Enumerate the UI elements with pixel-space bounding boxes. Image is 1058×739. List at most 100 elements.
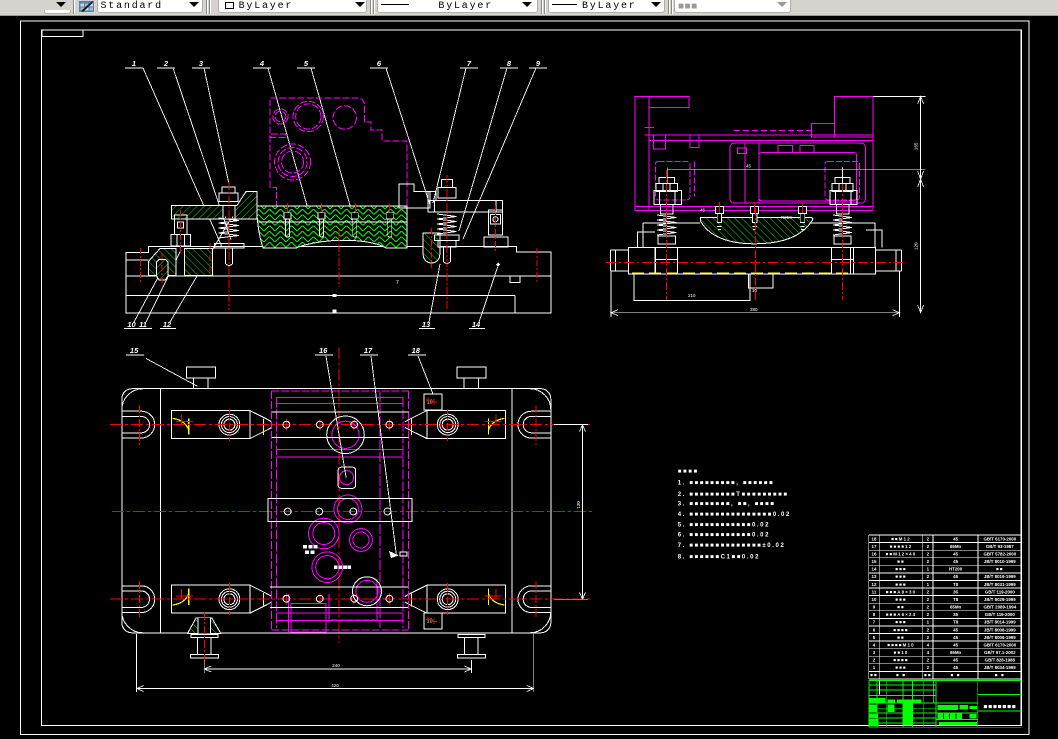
svg-text:7. ■■■■■■■■■■■■■■±0.02: 7. ■■■■■■■■■■■■■■±0.02 — [678, 543, 786, 549]
svg-text:■■■A6×24: ■■■A6×24 — [886, 612, 917, 617]
svg-text:210: 210 — [688, 293, 696, 298]
svg-text:GB/T 2089-1994: GB/T 2089-1994 — [983, 605, 1016, 610]
svg-text:JB/T 8008-1999: JB/T 8008-1999 — [984, 627, 1016, 632]
svg-text:6. ■■■■■■■■■■■■0.02: 6. ■■■■■■■■■■■■0.02 — [678, 533, 770, 539]
svg-text:■■■: ■■■ — [895, 574, 907, 579]
svg-text:JB/T 8016-1999: JB/T 8016-1999 — [984, 574, 1016, 579]
svg-text:R250: R250 — [781, 215, 792, 220]
svg-text:30: 30 — [752, 288, 758, 293]
svg-text:12: 12 — [872, 582, 877, 587]
svg-text:GB/T 5782-2000: GB/T 5782-2000 — [983, 552, 1016, 557]
svg-text:JB/T 8034-1999: JB/T 8034-1999 — [984, 665, 1016, 670]
svg-text:■■M12×40: ■■M12×40 — [886, 552, 917, 557]
svg-text:GB/T 97.1-2002: GB/T 97.1-2002 — [984, 650, 1016, 655]
svg-text:45: 45 — [953, 642, 958, 647]
svg-text:T8: T8 — [953, 620, 959, 625]
svg-text:8. ■■■■■■C1■■0.02: 8. ■■■■■■C1■■0.02 — [678, 555, 760, 561]
svg-text:■■■■: ■■■■ — [893, 658, 908, 663]
svg-text:420: 420 — [331, 683, 339, 688]
svg-text:■■■■: ■■■■ — [893, 627, 908, 632]
svg-text:15: 15 — [872, 559, 877, 564]
svg-text:JB/T 8014-1999: JB/T 8014-1999 — [984, 620, 1016, 625]
svg-text:■■■: ■■■ — [895, 665, 907, 670]
svg-text:14: 14 — [472, 320, 481, 329]
svg-text:1: 1 — [132, 59, 136, 68]
svg-text:18: 18 — [872, 536, 877, 541]
svg-text:16: 16 — [872, 552, 877, 557]
svg-text:■■■■: ■■■■ — [678, 469, 699, 475]
svg-text:GB/T 119-2000: GB/T 119-2000 — [985, 612, 1016, 617]
svg-text:GB/T 6170-2000: GB/T 6170-2000 — [983, 536, 1016, 541]
svg-text:65Mn: 65Mn — [950, 650, 962, 655]
svg-text:13: 13 — [422, 320, 431, 329]
svg-text:■■■■■■■: ■■■■■■■ — [984, 704, 1017, 711]
svg-text:7: 7 — [396, 280, 399, 286]
svg-text:65Mn: 65Mn — [950, 544, 962, 549]
svg-text:15: 15 — [130, 346, 139, 355]
svg-text:240: 240 — [332, 663, 340, 668]
svg-text:JB/T 8031-1999: JB/T 8031-1999 — [984, 582, 1016, 587]
svg-text:3. ■■■■■■■■, ■■, ■■■■: 3. ■■■■■■■■, ■■, ■■■■ — [678, 502, 776, 508]
svg-text:■■■: ■■■ — [895, 582, 907, 587]
svg-text:■■10: ■■10 — [894, 650, 909, 655]
svg-text:45: 45 — [700, 208, 706, 213]
svg-text:■■: ■■ — [870, 673, 878, 678]
svg-text:■ ■: ■ ■ — [896, 673, 906, 678]
svg-text:12: 12 — [163, 320, 172, 329]
svg-text:45: 45 — [953, 559, 958, 564]
svg-text:17: 17 — [364, 346, 373, 355]
svg-text:■ ■: ■ ■ — [995, 673, 1005, 678]
svg-text:35: 35 — [953, 589, 958, 594]
svg-text:■■: ■■ — [897, 635, 905, 640]
svg-text:GB/T 93-1987: GB/T 93-1987 — [986, 544, 1014, 549]
svg-text:18: 18 — [412, 346, 421, 355]
svg-text:45: 45 — [953, 552, 958, 557]
svg-text:JB/T 8006-1999: JB/T 8006-1999 — [984, 635, 1016, 640]
svg-text:380: 380 — [750, 307, 758, 312]
svg-text:130: 130 — [576, 501, 581, 509]
svg-text:10: 10 — [127, 320, 136, 329]
svg-text:11: 11 — [139, 320, 147, 329]
svg-text:4: 4 — [259, 59, 265, 68]
svg-text:■■■: ■■■ — [895, 620, 907, 625]
svg-text:■■■■M10: ■■■■M10 — [887, 642, 915, 647]
svg-text:■■M12: ■■M12 — [891, 536, 911, 541]
svg-text:■■■A8×30: ■■■A8×30 — [886, 589, 917, 594]
svg-text:17: 17 — [872, 544, 877, 549]
svg-text:10: 10 — [872, 597, 877, 602]
svg-text:GB/T 6170-2000: GB/T 6170-2000 — [983, 642, 1016, 647]
svg-text:120: 120 — [914, 242, 919, 250]
svg-text:2. ■■■■■■■■■T■■■■■■■■■: 2. ■■■■■■■■■T■■■■■■■■■ — [678, 492, 789, 498]
svg-text:45: 45 — [953, 635, 958, 640]
svg-text:■■: ■■ — [897, 559, 905, 564]
svg-text:GB/T 119-2000: GB/T 119-2000 — [985, 589, 1016, 594]
svg-text:4. ■■■■■■■■■■■■■■■■0.02: 4. ■■■■■■■■■■■■■■■■0.02 — [678, 512, 791, 518]
svg-text:165: 165 — [914, 142, 919, 150]
svg-text:45: 45 — [746, 164, 752, 169]
svg-text:35: 35 — [953, 612, 958, 617]
svg-text:HT200: HT200 — [949, 567, 963, 572]
svg-text:■■■■12: ■■■■12 — [890, 544, 913, 549]
svg-text:■■: ■■ — [897, 605, 905, 610]
svg-text:45: 45 — [953, 665, 958, 670]
svg-text:14: 14 — [872, 567, 877, 572]
svg-text:T8: T8 — [953, 597, 959, 602]
svg-text:GB/T 828-1988: GB/T 828-1988 — [985, 658, 1016, 663]
svg-text:16: 16 — [319, 346, 328, 355]
svg-text:13: 13 — [872, 574, 877, 579]
svg-text:■ ■: ■ ■ — [951, 673, 961, 678]
svg-text:45: 45 — [953, 536, 958, 541]
svg-text:45: 45 — [953, 574, 958, 579]
svg-text:1. ■■■■■■■■■, ■■■■■■: 1. ■■■■■■■■■, ■■■■■■ — [678, 481, 774, 487]
svg-text:45: 45 — [953, 658, 958, 663]
svg-text:■■■: ■■■ — [895, 567, 907, 572]
svg-text:T8: T8 — [953, 582, 959, 587]
svg-text:JB/T 8010-1999: JB/T 8010-1999 — [984, 559, 1016, 564]
svg-text:2: 2 — [163, 59, 169, 68]
svg-text:■■: ■■ — [924, 673, 932, 678]
svg-text:11: 11 — [872, 589, 877, 594]
svg-text:■■■: ■■■ — [895, 597, 907, 602]
svg-text:■■: ■■ — [996, 567, 1004, 572]
svg-text:45: 45 — [953, 627, 958, 632]
svg-text:65Mn: 65Mn — [950, 605, 962, 610]
